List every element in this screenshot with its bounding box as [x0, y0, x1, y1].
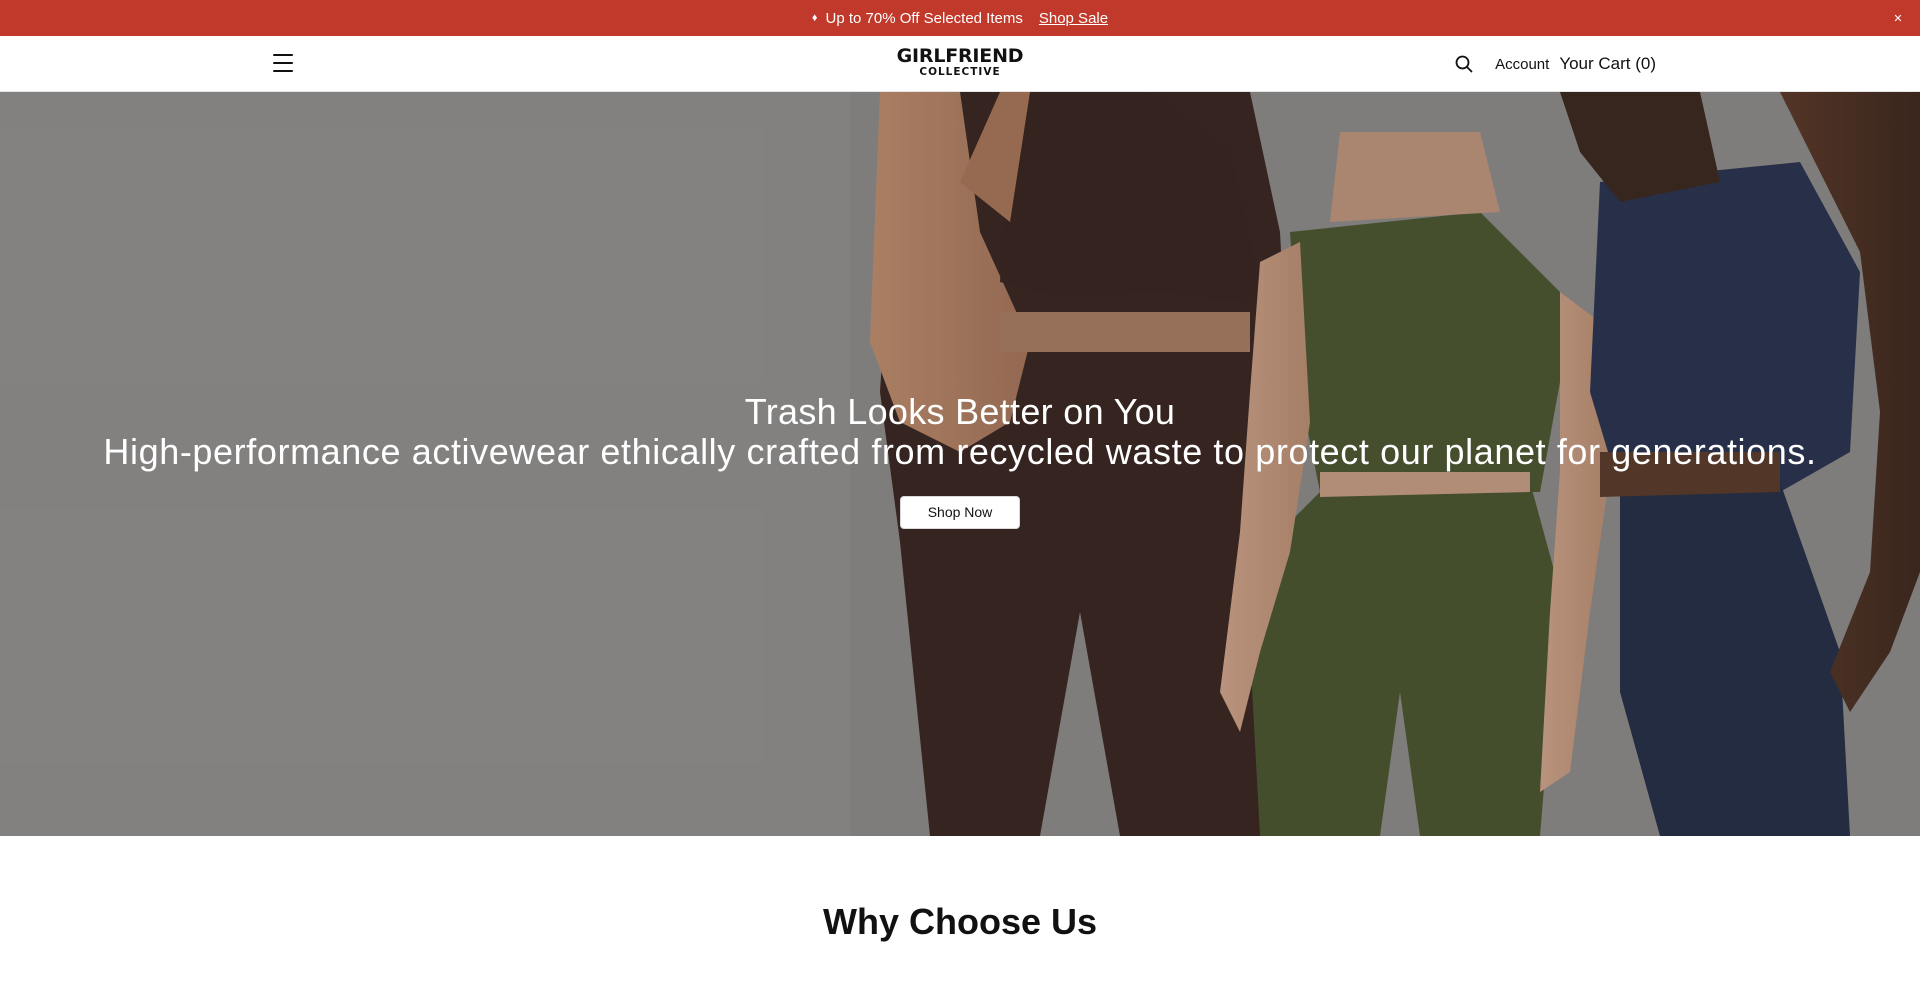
- announcement-bar: ♦ Up to 70% Off Selected Items Shop Sale…: [0, 0, 1920, 36]
- brand-logo[interactable]: GIRLFRIEND COLLECTIVE: [860, 47, 1060, 78]
- logo-wordmark-bottom: COLLECTIVE: [919, 66, 1001, 78]
- close-icon[interactable]: ✕: [1890, 9, 1906, 27]
- shop-now-button[interactable]: Shop Now: [900, 496, 1020, 529]
- announcement-text: Up to 70% Off Selected Items: [825, 9, 1023, 27]
- header-actions: Account Your Cart (0): [1451, 36, 1656, 92]
- search-icon[interactable]: [1451, 51, 1477, 77]
- cart-link[interactable]: Your Cart (0): [1559, 54, 1656, 74]
- hero-title: Trash Looks Better on You: [744, 391, 1176, 432]
- logo-wordmark-top: GIRLFRIEND: [896, 45, 1024, 67]
- section-title: Why Choose Us: [822, 901, 1098, 942]
- hero-banner: Trash Looks Better on You High-performan…: [0, 92, 1920, 836]
- why-choose-us-section: Why Choose Us: [0, 836, 1920, 993]
- tag-icon: ♦: [811, 11, 818, 24]
- site-header: GIRLFRIEND COLLECTIVE Account Your Cart …: [0, 36, 1920, 92]
- hero-content: Trash Looks Better on You High-performan…: [0, 392, 1920, 529]
- hero-subtitle: High-performance activewear ethically cr…: [103, 431, 1817, 472]
- hamburger-menu-icon[interactable]: [273, 54, 293, 72]
- account-link[interactable]: Account: [1495, 56, 1549, 73]
- shop-sale-link[interactable]: Shop Sale: [1039, 10, 1108, 27]
- announcement-content: ♦ Up to 70% Off Selected Items Shop Sale: [812, 10, 1108, 27]
